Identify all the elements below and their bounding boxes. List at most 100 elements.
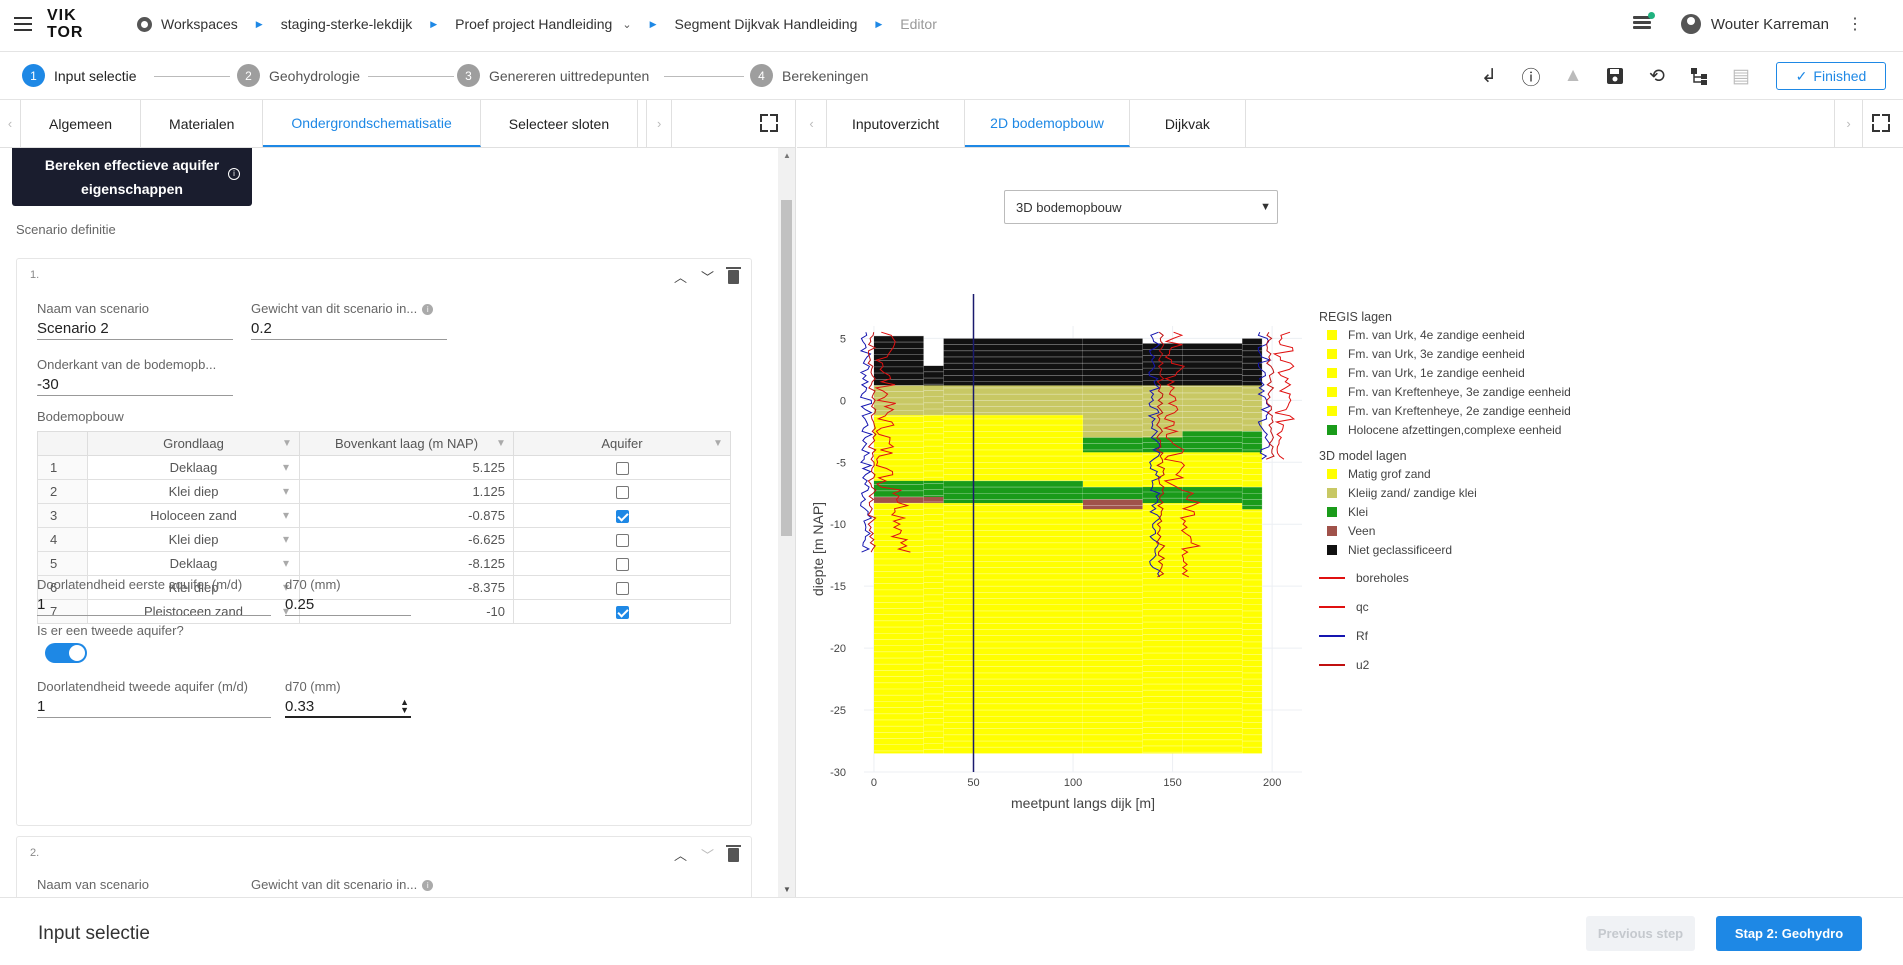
step-input-selectie[interactable]: 1 Input selectie <box>22 64 137 87</box>
grondlaag-select[interactable]: Holoceen zand <box>87 503 300 528</box>
jobs-icon[interactable] <box>1632 12 1655 32</box>
menu-icon[interactable] <box>14 17 32 31</box>
scroll-down-icon[interactable]: ▼ <box>783 885 791 894</box>
stepper-icon[interactable]: ▲ ▼ <box>400 698 409 715</box>
bovenkant-cell[interactable]: -8.125 <box>299 551 514 576</box>
d70-2-field[interactable]: d70 (mm) 0.33 ▲ ▼ <box>285 679 411 718</box>
onderkant-input[interactable]: -30 <box>37 372 233 396</box>
user-name[interactable]: Wouter Karreman <box>1711 16 1829 33</box>
aquifer-checkbox[interactable] <box>615 462 629 476</box>
naam-input[interactable]: Scenario 2 <box>37 316 233 340</box>
filter-icon[interactable]: ▼ <box>713 438 723 449</box>
table-row[interactable]: 2Klei diep1.125 <box>37 479 731 504</box>
view-select[interactable]: 3D bodemopbouw <box>1004 190 1278 224</box>
more-options-icon[interactable]: ⋮ <box>1847 14 1863 34</box>
table-row[interactable]: 4Klei diep-6.625 <box>37 527 731 552</box>
tab-2d-bodemopbouw[interactable]: 2D bodemopbouw <box>965 100 1130 147</box>
d70-1-input[interactable]: 0.25 <box>285 592 411 616</box>
tab-selecteer-sloten[interactable]: Selecteer sloten <box>481 100 639 147</box>
fullscreen-icon[interactable] <box>760 114 778 132</box>
user-avatar-icon[interactable] <box>1680 14 1701 34</box>
bovenkant-cell[interactable]: -0.875 <box>299 503 514 528</box>
breadcrumb-workspace[interactable]: staging-sterke-lekdijk <box>281 16 413 32</box>
tab-scroll-right-icon[interactable]: › <box>1834 100 1863 147</box>
return-icon[interactable]: ↲ <box>1468 60 1510 92</box>
column-header-aquifer[interactable]: Aquifer ▼ <box>513 431 731 456</box>
tab-scroll-right-icon[interactable]: › <box>646 100 673 147</box>
tab-scroll-left-icon[interactable]: ‹ <box>797 100 827 147</box>
save-icon[interactable] <box>1594 60 1636 92</box>
table-row[interactable]: 5Deklaag-8.125 <box>37 551 731 576</box>
tab-dijkvak[interactable]: Dijkvak <box>1130 100 1246 147</box>
doorlatendheid-2-field[interactable]: Doorlatendheid tweede aquifer (m/d) 1 <box>37 679 271 718</box>
filter-icon[interactable]: ▼ <box>496 438 506 449</box>
tab-algemeen[interactable]: Algemeen <box>21 100 142 147</box>
table-row[interactable]: 1Deklaag5.125 <box>37 455 731 480</box>
filter-icon[interactable]: ▼ <box>282 438 292 449</box>
legend-item-label: Kleiig zand/ zandige klei <box>1348 486 1477 500</box>
legend-item-label: Holocene afzettingen,complexe eenheid <box>1348 423 1561 437</box>
fullscreen-icon[interactable] <box>1872 114 1890 132</box>
column-header-grondlaag[interactable]: Grondlaag ▼ <box>87 431 300 456</box>
doorlatendheid-1-input[interactable]: 1 <box>37 592 271 616</box>
step-berekeningen[interactable]: 4 Berekeningen <box>750 64 868 87</box>
tweede-aquifer-toggle[interactable] <box>45 643 87 663</box>
scrollbar[interactable]: ▲ ▼ <box>778 148 795 897</box>
aquifer-checkbox[interactable] <box>615 534 629 548</box>
breadcrumb-workspaces[interactable]: Workspaces <box>161 16 238 32</box>
help-icon[interactable]: i <box>422 880 434 892</box>
step-geohydrologie[interactable]: 2 Geohydrologie <box>237 64 360 87</box>
chevron-down-icon[interactable]: ⌄ <box>622 18 631 31</box>
doorlatendheid-1-field[interactable]: Doorlatendheid eerste aquifer (m/d) 1 <box>37 577 271 616</box>
aquifer-checkbox[interactable] <box>615 606 629 620</box>
bovenkant-cell[interactable]: 5.125 <box>299 455 514 480</box>
history-icon[interactable]: ⟲ <box>1636 60 1678 92</box>
grondlaag-select[interactable]: Deklaag <box>87 551 300 576</box>
d70-1-field[interactable]: d70 (mm) 0.25 <box>285 577 411 616</box>
delete-icon[interactable] <box>726 266 741 284</box>
scroll-up-icon[interactable]: ▲ <box>783 151 791 160</box>
aquifer-checkbox[interactable] <box>615 558 629 572</box>
naam-field[interactable]: Naam van scenario <box>37 877 233 892</box>
info-icon[interactable]: ⓘ <box>1510 60 1552 92</box>
move-up-icon[interactable]: ︿ <box>674 845 687 864</box>
d70-2-input[interactable]: 0.33 ▲ ▼ <box>285 694 411 718</box>
finished-button[interactable]: ✓ Finished <box>1776 62 1886 90</box>
move-down-icon[interactable]: ﹀ <box>701 845 714 864</box>
tab-scroll-left-icon[interactable]: ‹ <box>0 100 21 147</box>
gewicht-field[interactable]: Gewicht van dit scenario in... i <box>251 877 447 892</box>
column-header-bovenkant[interactable]: Bovenkant laag (m NAP) ▼ <box>299 431 514 456</box>
warning-icon[interactable]: ▲ <box>1552 60 1594 92</box>
grondlaag-select[interactable]: Klei diep <box>87 479 300 504</box>
move-up-icon[interactable]: ︿ <box>674 267 687 286</box>
previous-step-button[interactable]: Previous step <box>1586 916 1695 951</box>
naam-field[interactable]: Naam van scenario Scenario 2 <box>37 301 233 340</box>
tab-ondergrondschematisatie[interactable]: Ondergrondschematisatie <box>263 100 481 147</box>
aquifer-checkbox[interactable] <box>615 486 629 500</box>
help-icon[interactable]: i <box>422 304 434 316</box>
table-row[interactable]: 3Holoceen zand-0.875 <box>37 503 731 528</box>
breadcrumb-segment[interactable]: Segment Dijkvak Handleiding <box>674 16 857 32</box>
hierarchy-icon[interactable] <box>1678 60 1720 92</box>
onderkant-field[interactable]: Onderkant van de bodemopb... -30 <box>37 357 233 396</box>
bovenkant-cell[interactable]: -6.625 <box>299 527 514 552</box>
bovenkant-cell[interactable]: 1.125 <box>299 479 514 504</box>
doorlatendheid-2-input[interactable]: 1 <box>37 694 271 718</box>
grondlaag-select[interactable]: Deklaag <box>87 455 300 480</box>
delete-icon[interactable] <box>726 844 741 862</box>
layout-icon[interactable]: ▤ <box>1720 60 1762 92</box>
aquifer-checkbox[interactable] <box>615 582 629 596</box>
next-step-button[interactable]: Stap 2: Geohydro <box>1716 916 1862 951</box>
calculate-aquifer-button[interactable]: Bereken effectieve aquifer eigenschappen… <box>12 148 252 206</box>
gewicht-field[interactable]: Gewicht van dit scenario in... i 0.2 <box>251 301 447 340</box>
viktor-logo[interactable]: VIK TOR <box>47 7 83 41</box>
step-genereren[interactable]: 3 Genereren uittredepunten <box>457 64 649 87</box>
move-down-icon[interactable]: ﹀ <box>701 267 714 286</box>
breadcrumb-project[interactable]: Proef project Handleiding <box>455 16 612 32</box>
tab-materialen[interactable]: Materialen <box>141 100 264 147</box>
scrollbar-thumb[interactable] <box>781 200 792 536</box>
gewicht-input[interactable]: 0.2 <box>251 316 447 340</box>
grondlaag-select[interactable]: Klei diep <box>87 527 300 552</box>
tab-inputoverzicht[interactable]: Inputoverzicht <box>827 100 966 147</box>
aquifer-checkbox[interactable] <box>615 510 629 524</box>
